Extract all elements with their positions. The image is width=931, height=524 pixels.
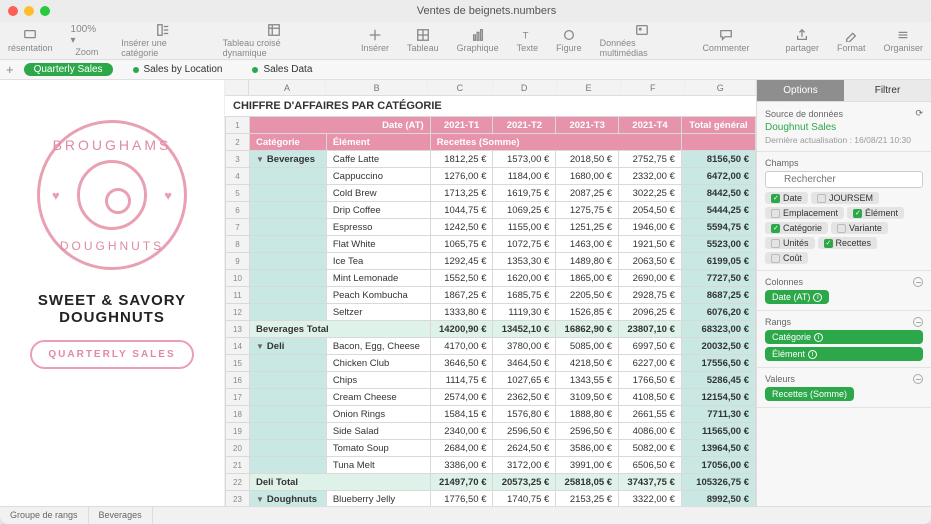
- share-button[interactable]: partager: [785, 28, 819, 53]
- heart-icon: ♥: [164, 188, 172, 203]
- titlebar: Ventes de beignets.numbers: [0, 0, 931, 22]
- comment-button[interactable]: Commenter: [702, 28, 749, 53]
- spreadsheet: A B C D E F G CHIFFRE D'AFFAIRES PAR CAT…: [225, 80, 756, 506]
- field-chip[interactable]: Recettes: [818, 237, 878, 249]
- field-chip[interactable]: Emplacement: [765, 207, 844, 219]
- sheet-tabs: + Quarterly Sales Sales by Location Sale…: [0, 60, 931, 80]
- pivot-table-button[interactable]: Tableau croisé dynamique: [223, 23, 325, 58]
- field-chip[interactable]: Unités: [765, 237, 815, 249]
- table-row[interactable]: 22Deli Total21497,70 €20573,25 €25818,05…: [226, 474, 756, 491]
- tab-quarterly-sales[interactable]: Quarterly Sales: [24, 63, 113, 76]
- status-group-label: Groupe de rangs: [0, 507, 89, 524]
- row-pill-category[interactable]: Catégoriei: [765, 330, 923, 344]
- table-row[interactable]: 5Cold Brew1713,25 €1619,75 €2087,25 €302…: [226, 185, 756, 202]
- status-group-value: Beverages: [89, 507, 153, 524]
- table-row[interactable]: 21Tuna Melt3386,00 €3172,00 €3991,00 €65…: [226, 457, 756, 474]
- table-row[interactable]: 4Cappuccino1276,00 €1184,00 €1680,00 €23…: [226, 168, 756, 185]
- table-row[interactable]: 12Seltzer1333,80 €1119,30 €1526,85 €2096…: [226, 304, 756, 321]
- tab-filter[interactable]: Filtrer: [844, 80, 931, 101]
- table-row[interactable]: 20Tomato Soup2684,00 €2624,50 €3586,00 €…: [226, 440, 756, 457]
- tab-sales-data[interactable]: Sales Data: [242, 63, 322, 76]
- field-chip[interactable]: Variante: [831, 222, 888, 234]
- value-pill-recettes[interactable]: Recettes (Somme): [765, 387, 854, 401]
- shape-button[interactable]: Figure: [556, 28, 582, 53]
- window-title: Ventes de beignets.numbers: [50, 5, 923, 17]
- tab-sales-by-location[interactable]: Sales by Location: [123, 63, 233, 76]
- insert-button[interactable]: Insérer: [361, 28, 389, 53]
- remove-icon[interactable]: [913, 277, 923, 287]
- insert-category-button[interactable]: Insérer une catégorie: [121, 23, 204, 58]
- last-updated: Dernière actualisation : 16/08/21 10:30: [765, 135, 923, 145]
- table-row[interactable]: 17Cream Cheese2574,00 €2362,50 €3109,50 …: [226, 389, 756, 406]
- table-row[interactable]: 14▼DeliBacon, Egg, Cheese4170,00 €3780,0…: [226, 338, 756, 355]
- field-chip[interactable]: Date: [765, 192, 808, 204]
- format-button[interactable]: Format: [837, 28, 866, 53]
- table-row[interactable]: 19Side Salad2340,00 €2596,50 €2596,50 €4…: [226, 423, 756, 440]
- table-row[interactable]: 7Espresso1242,50 €1155,00 €1251,25 €1946…: [226, 219, 756, 236]
- table-row[interactable]: 13Beverages Total14200,90 €13452,10 €168…: [226, 321, 756, 338]
- table-row[interactable]: 15Chicken Club3646,50 €3464,50 €4218,50 …: [226, 355, 756, 372]
- brand-top: BROUGHAMS: [40, 137, 184, 153]
- tagline: SWEET & SAVORYDOUGHNUTS: [38, 292, 186, 326]
- table-row[interactable]: 23▼DoughnutsBlueberry Jelly1776,50 €1740…: [226, 491, 756, 507]
- zoom-menu[interactable]: 100% ▾Zoom: [71, 24, 104, 57]
- tab-dynamic-options[interactable]: Options dynamiques: [757, 80, 844, 101]
- organize-button[interactable]: Organiser: [884, 28, 924, 53]
- table-row[interactable]: 16Chips1114,75 €1027,65 €1343,55 €1766,5…: [226, 372, 756, 389]
- toolbar: résentation 100% ▾Zoom Insérer une catég…: [0, 22, 931, 60]
- pivot-table[interactable]: 1 Date (AT) 2021-T1 2021-T2 2021-T3 2021…: [225, 116, 756, 506]
- presentation-button[interactable]: résentation: [8, 28, 53, 53]
- column-headers[interactable]: A B C D E F G: [225, 80, 756, 96]
- table-row[interactable]: 3▼BeveragesCaffe Latte1812,25 €1573,00 €…: [226, 151, 756, 168]
- close-icon[interactable]: [8, 6, 18, 16]
- brand-bottom: DOUGHNUTS: [40, 239, 184, 253]
- field-chip[interactable]: JOURSEM: [811, 192, 879, 204]
- svg-text:T: T: [523, 31, 529, 42]
- table-row[interactable]: 9Ice Tea1292,45 €1353,30 €1489,80 €2063,…: [226, 253, 756, 270]
- table-row[interactable]: 8Flat White1065,75 €1072,75 €1463,00 €19…: [226, 236, 756, 253]
- field-search-input[interactable]: [765, 171, 923, 188]
- row-pill-element[interactable]: Élémenti: [765, 347, 923, 361]
- table-button[interactable]: Tableau: [407, 28, 439, 53]
- remove-icon[interactable]: [913, 317, 923, 327]
- status-bar: Groupe de rangs Beverages: [0, 506, 931, 524]
- minimize-icon[interactable]: [24, 6, 34, 16]
- refresh-icon[interactable]: ⟳: [915, 108, 923, 119]
- table-row[interactable]: 11Peach Kombucha1867,25 €1685,75 €2205,5…: [226, 287, 756, 304]
- zoom-icon[interactable]: [40, 6, 50, 16]
- media-button[interactable]: Données multimédias: [600, 23, 685, 58]
- data-source[interactable]: Doughnut Sales: [765, 122, 923, 133]
- table-row[interactable]: 18Onion Rings1584,15 €1576,80 €1888,80 €…: [226, 406, 756, 423]
- add-sheet-button[interactable]: +: [6, 62, 14, 77]
- table-row[interactable]: 6Drip Coffee1044,75 €1069,25 €1275,75 €2…: [226, 202, 756, 219]
- field-chip[interactable]: Catégorie: [765, 222, 828, 234]
- table-row[interactable]: 10Mint Lemonade1552,50 €1620,00 €1865,00…: [226, 270, 756, 287]
- heart-icon: ♥: [52, 188, 60, 203]
- quarterly-sales-button[interactable]: QUARTERLY SALES: [30, 340, 193, 369]
- inspector-sidebar: Options dynamiques Filtrer Source de don…: [756, 80, 931, 506]
- field-chip[interactable]: Élément: [847, 207, 904, 219]
- remove-icon[interactable]: [913, 374, 923, 384]
- field-chip[interactable]: Coût: [765, 252, 808, 264]
- chart-button[interactable]: Graphique: [457, 28, 499, 53]
- brand-logo: ♥ ♥ BROUGHAMS DOUGHNUTS: [37, 120, 187, 270]
- table-title: CHIFFRE D'AFFAIRES PAR CATÉGORIE: [225, 96, 756, 116]
- canvas-left: ♥ ♥ BROUGHAMS DOUGHNUTS SWEET & SAVORYDO…: [0, 80, 225, 506]
- text-button[interactable]: TTexte: [517, 28, 539, 53]
- column-pill-date[interactable]: Date (AT)i: [765, 290, 829, 304]
- donut-icon: [77, 160, 147, 230]
